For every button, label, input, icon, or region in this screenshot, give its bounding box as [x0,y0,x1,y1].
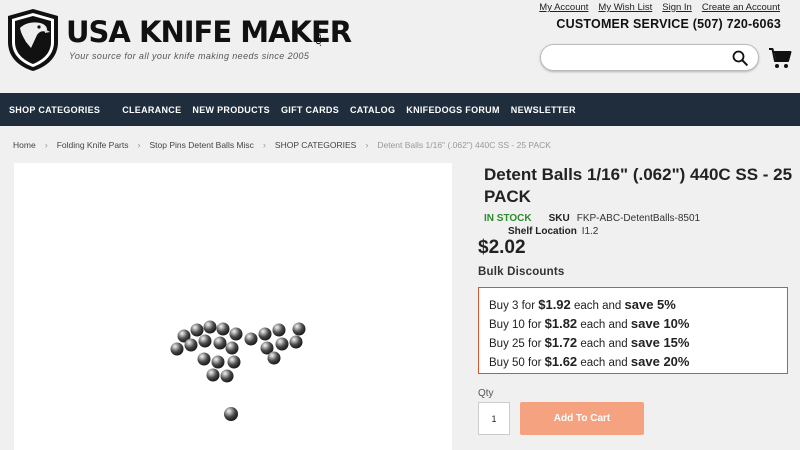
brand-com: .COM [316,28,323,47]
discount-each: each and [573,300,622,312]
discount-each: each and [580,357,628,369]
nav-catalog[interactable]: CATALOG [350,105,395,115]
bulk-discounts-heading: Bulk Discounts [478,266,565,278]
account-links: My Account My Wish List Sign In Create a… [539,2,780,13]
stock-status: IN STOCK [484,213,532,224]
qty-input[interactable]: 1 [478,402,510,435]
discount-row: Buy 50 for $1.62 each and save 20% [489,353,777,372]
qty-label: Qty [478,388,494,399]
search-icon[interactable] [732,50,748,66]
discount-row: Buy 25 for $1.72 each and save 15% [489,334,777,353]
nav-shop-categories[interactable]: SHOP CATEGORIES [9,105,100,115]
sku-value: FKP-ABC-DetentBalls-8501 [576,213,701,224]
search-input[interactable] [540,44,759,71]
nav-gift-cards[interactable]: GIFT CARDS [281,105,339,115]
shelf-location-label: Shelf Location [508,226,577,237]
chevron-right-icon: › [137,140,141,150]
bulk-discount-box: Buy 3 for $1.92 each and save 5% Buy 10 … [478,287,788,374]
shelf-location-value: I1.2 [581,226,599,237]
product-image[interactable] [14,163,452,450]
breadcrumb: Home › Folding Knife Parts › Stop Pins D… [13,140,551,150]
chevron-right-icon: › [262,140,266,150]
discount-row: Buy 3 for $1.92 each and save 5% [489,296,777,315]
nav-clearance[interactable]: CLEARANCE [122,105,181,115]
add-to-cart-button[interactable]: Add To Cart [520,402,644,435]
eagle-logo-icon[interactable] [6,8,60,72]
cart-icon[interactable] [768,46,792,70]
discount-save: save 5% [624,297,676,312]
sign-in-link[interactable]: Sign In [662,2,692,13]
customer-service-phone: CUSTOMER SERVICE (507) 720-6063 [556,17,781,31]
discount-price: $1.92 [538,297,571,312]
chevron-right-icon: › [44,140,48,150]
discount-qty: Buy 3 for [489,300,536,312]
discount-row: Buy 10 for $1.82 each and save 10% [489,315,777,334]
shelf-location-row: Shelf Location I1.2 [508,226,598,237]
detent-balls-photo [170,320,306,421]
sku-label: SKU [548,213,570,224]
chevron-right-icon: › [365,140,369,150]
create-account-link[interactable]: Create an Account [702,2,780,13]
discount-each: each and [580,319,628,331]
breadcrumb-current: Detent Balls 1/16" (.062") 440C SS - 25 … [377,140,551,150]
main-nav: SHOP CATEGORIES CLEARANCE NEW PRODUCTS G… [0,93,800,126]
my-account-link[interactable]: My Account [539,2,588,13]
site-header: USA KNIFE MAKER .COM Your source for all… [0,0,800,93]
discount-save: save 10% [630,316,690,331]
nav-new-products[interactable]: NEW PRODUCTS [192,105,270,115]
discount-each: each and [580,338,628,350]
my-wish-list-link[interactable]: My Wish List [598,2,652,13]
discount-qty: Buy 25 for [489,338,542,350]
brand-name[interactable]: USA KNIFE MAKER [66,18,352,47]
nav-newsletter[interactable]: NEWSLETTER [511,105,576,115]
discount-price: $1.82 [544,316,578,331]
breadcrumb-shop-categories[interactable]: SHOP CATEGORIES [275,140,356,150]
nav-knifedogs-forum[interactable]: KNIFEDOGS FORUM [406,105,500,115]
breadcrumb-folding-knife-parts[interactable]: Folding Knife Parts [57,140,129,150]
breadcrumb-stop-pins[interactable]: Stop Pins Detent Balls Misc [150,140,254,150]
discount-price: $1.62 [544,354,578,369]
brand-tagline: Your source for all your knife making ne… [69,51,310,61]
discount-price: $1.72 [544,335,578,350]
product-price: $2.02 [478,237,526,258]
discount-save: save 15% [630,335,690,350]
discount-qty: Buy 50 for [489,357,542,369]
discount-qty: Buy 10 for [489,319,542,331]
stock-sku-row: IN STOCK SKU FKP-ABC-DetentBalls-8501 [484,213,700,224]
breadcrumb-home[interactable]: Home [13,140,36,150]
discount-save: save 20% [630,354,690,369]
product-title: Detent Balls 1/16" (.062") 440C SS - 25 … [484,165,793,206]
